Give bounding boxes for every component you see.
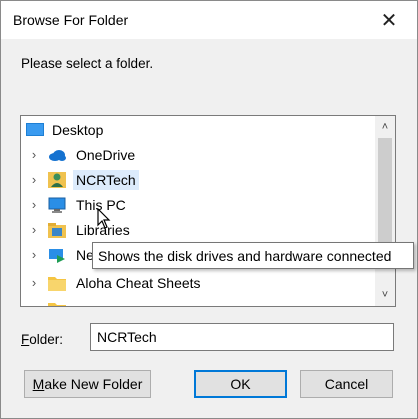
tree-item-this-pc[interactable]: › This PC xyxy=(21,193,373,218)
folder-icon xyxy=(48,277,66,291)
close-icon: ✕ xyxy=(380,9,398,32)
scroll-down-button[interactable]: ˅ xyxy=(375,286,395,304)
desktop-icon xyxy=(26,123,44,136)
libraries-icon xyxy=(48,223,66,238)
folder-input[interactable] xyxy=(90,323,394,351)
tree-scrollbar[interactable]: ˄ ˅ xyxy=(375,116,395,306)
scroll-up-button[interactable]: ˄ xyxy=(375,118,395,136)
make-new-folder-label: ake New Folder xyxy=(44,376,143,392)
expand-chevron-icon[interactable]: › xyxy=(27,248,41,262)
folder-tree[interactable]: Desktop › OneDrive › NCRTech › This PC ›… xyxy=(20,115,396,307)
expand-chevron-icon[interactable]: › xyxy=(27,198,41,212)
folder-field-label: Folder: xyxy=(21,332,63,347)
title-bar: Browse For Folder ✕ xyxy=(1,1,417,39)
user-folder-icon xyxy=(48,172,66,188)
cloud-icon xyxy=(49,150,66,161)
browse-for-folder-dialog: Browse For Folder ✕ Please select a fold… xyxy=(0,0,418,419)
ok-button[interactable]: OK xyxy=(194,370,287,398)
tree-item-partial[interactable] xyxy=(21,297,373,306)
close-button[interactable]: ✕ xyxy=(367,3,411,37)
folder-icon xyxy=(48,303,66,306)
tree-item-label: Desktop xyxy=(52,122,104,138)
tree-item-desktop[interactable]: Desktop xyxy=(21,118,373,143)
tooltip: Shows the disk drives and hardware conne… xyxy=(92,242,414,269)
mouse-cursor-icon xyxy=(97,208,111,229)
folder-label-text: older: xyxy=(29,332,64,347)
cancel-button[interactable]: Cancel xyxy=(300,370,393,398)
tree-item-aloha-cheat-sheets[interactable]: › Aloha Cheat Sheets xyxy=(21,271,373,296)
tree-item-onedrive[interactable]: › OneDrive xyxy=(21,143,373,168)
tree-item-libraries[interactable]: › Libraries xyxy=(21,218,373,243)
tree-item-ncrtech[interactable]: › NCRTech xyxy=(21,168,373,193)
tree-item-label xyxy=(73,299,79,303)
dialog-title: Browse For Folder xyxy=(13,12,129,28)
make-new-folder-accelerator: M xyxy=(32,376,45,392)
expand-chevron-icon[interactable]: › xyxy=(27,276,41,290)
folder-label-accelerator: F xyxy=(21,332,30,347)
expand-chevron-icon[interactable]: › xyxy=(27,223,41,237)
computer-icon xyxy=(48,197,66,213)
tree-item-label: Aloha Cheat Sheets xyxy=(76,275,201,291)
make-new-folder-button[interactable]: Make New Folder xyxy=(24,370,151,398)
network-icon xyxy=(49,249,65,263)
tree-item-label: OneDrive xyxy=(76,147,136,163)
expand-chevron-icon[interactable]: › xyxy=(27,148,41,162)
prompt-text: Please select a folder. xyxy=(21,56,154,71)
tree-item-label: NCRTech xyxy=(73,170,139,190)
expand-chevron-icon[interactable]: › xyxy=(27,173,41,187)
